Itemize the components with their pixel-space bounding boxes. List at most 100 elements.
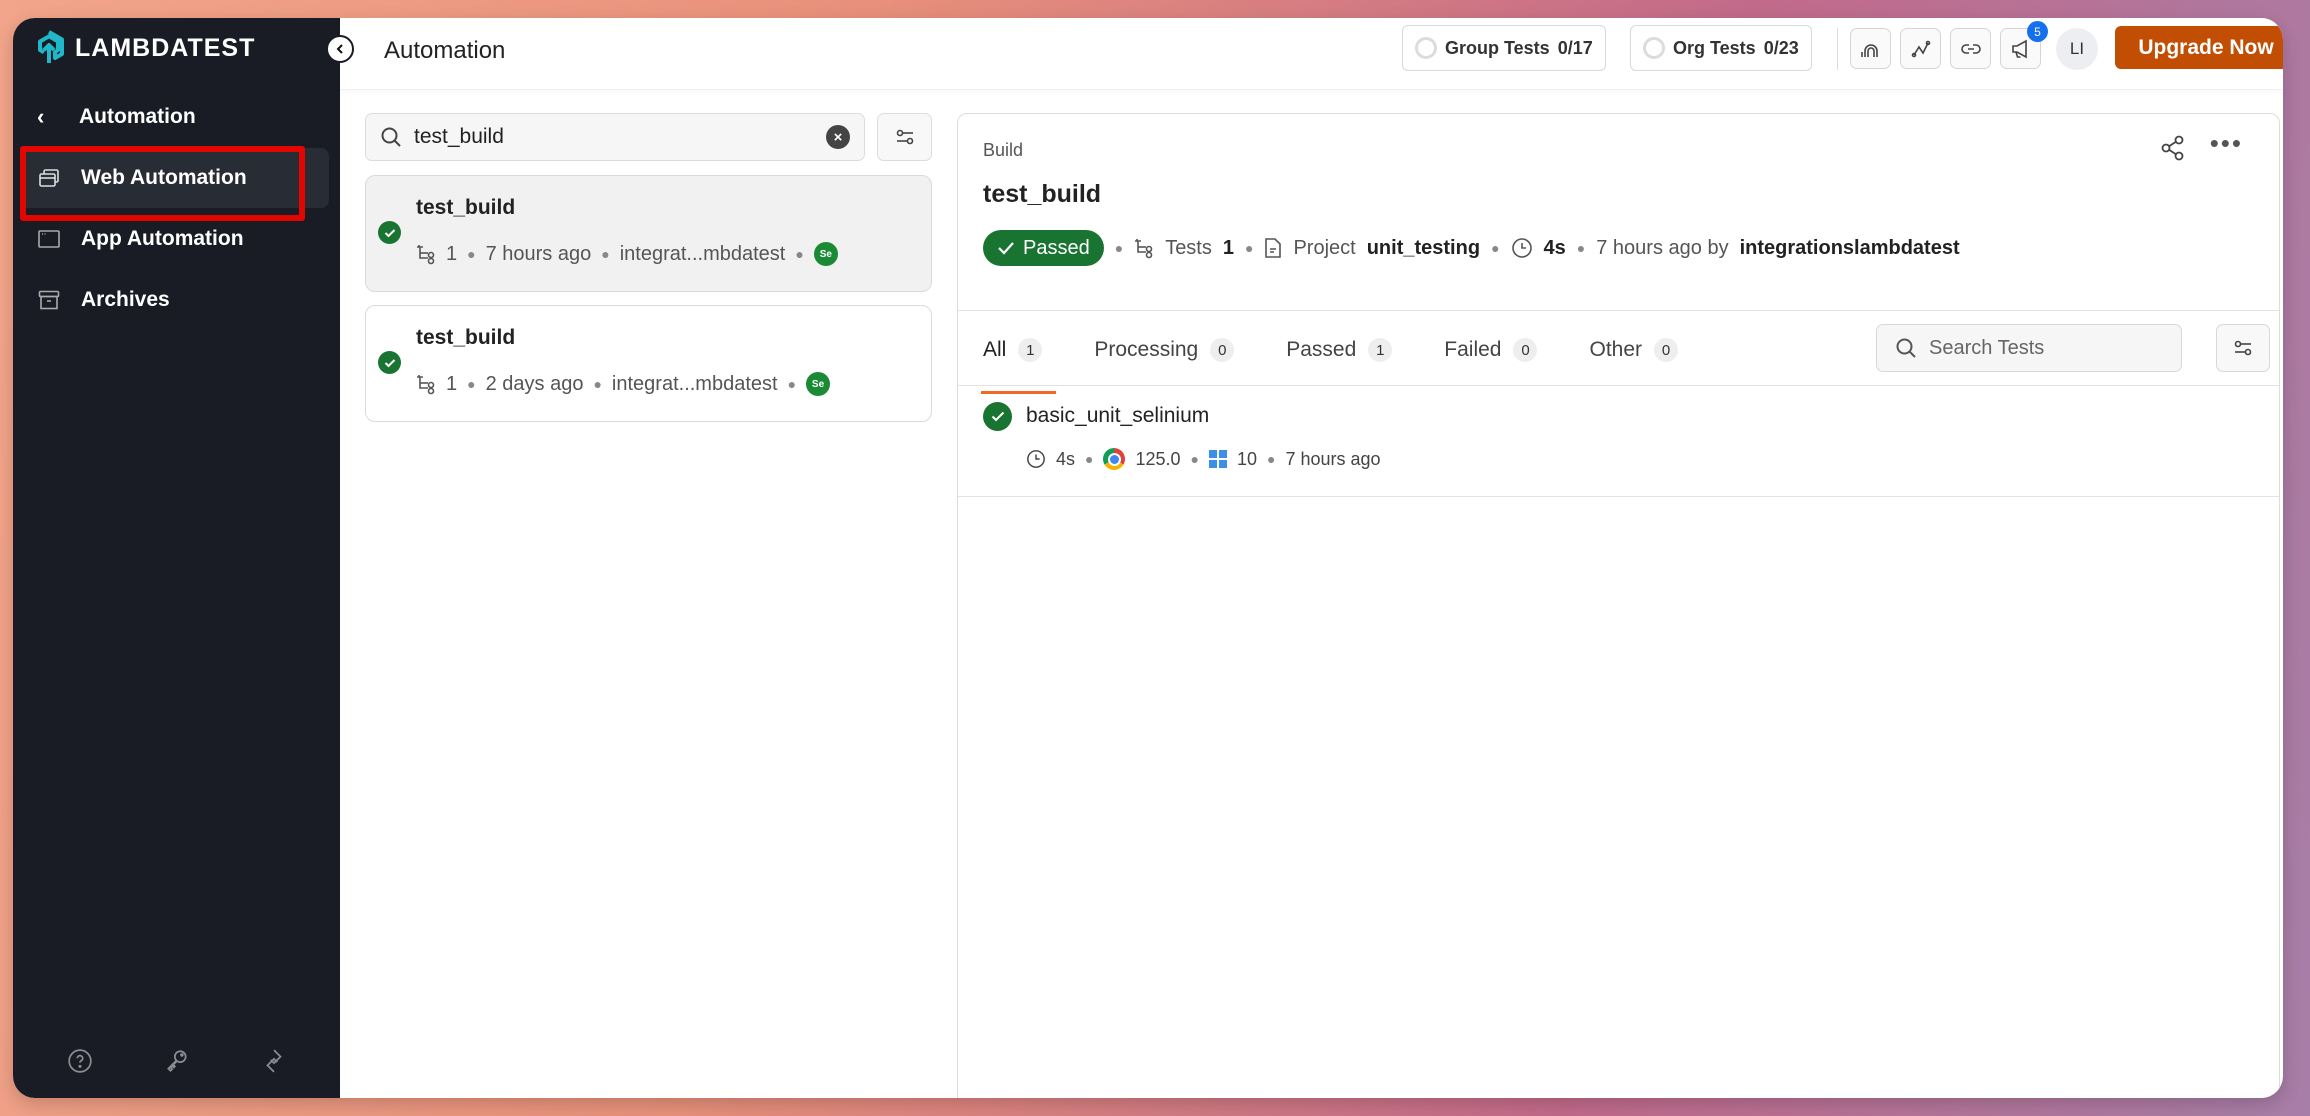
build-filter-button[interactable] (877, 113, 932, 161)
analytics-button[interactable] (1900, 28, 1941, 69)
header-divider (1837, 28, 1838, 70)
clock-icon (1027, 450, 1045, 468)
build-tests-count: 1 (446, 372, 458, 395)
archive-icon (38, 290, 60, 310)
app-window-icon (38, 230, 60, 248)
build-search-value: test_build (414, 125, 504, 148)
tab-count: 1 (1368, 338, 1393, 362)
selenium-icon: Se (806, 372, 831, 396)
duration-value: 4s (1543, 236, 1566, 259)
tab-other[interactable]: Other 0 (1589, 330, 1679, 370)
build-meta: 1 ● 7 hours ago ● integrat...mbdatest ● … (416, 242, 838, 266)
sidebar-back-label: Automation (79, 105, 196, 128)
test-meta: 4s ● 125.0 ● 10 ● 7 hours ago (1026, 448, 1381, 470)
sidebar-footer (13, 1048, 340, 1074)
megaphone-icon (2011, 39, 2027, 58)
divider (958, 496, 2279, 497)
sidebar-item-web-automation[interactable]: Web Automation (21, 148, 329, 208)
build-name: test_build (416, 196, 516, 219)
collapse-sidebar-button[interactable] (326, 35, 354, 63)
build-title: test_build (983, 180, 1102, 208)
windows-icon (1209, 450, 1227, 468)
brand-name: LAMBDATEST (75, 33, 256, 62)
detail-kicker: Build (983, 140, 1024, 160)
test-name: basic_unit_selinium (1026, 404, 1210, 427)
passed-status-icon (378, 351, 401, 374)
top-header: Automation Group Tests 0/17 Org Tests 0/… (340, 18, 2283, 90)
progress-ring-icon (1643, 37, 1665, 59)
build-tests-count: 1 (446, 242, 458, 265)
sidebar-item-label: Web Automation (81, 166, 247, 189)
document-icon (1265, 238, 1282, 258)
windows-stack-icon (39, 169, 59, 187)
logo[interactable]: LAMBDATEST (33, 30, 255, 66)
tab-all[interactable]: All 1 (980, 330, 1057, 394)
search-icon (1896, 338, 1916, 358)
announcements-button[interactable]: 5 (2000, 21, 2048, 69)
build-user: integrat...mbdatest (619, 242, 786, 265)
build-summary: Passed ● Tests 1 ● Project unit_testing … (983, 230, 1960, 266)
test-status-tabs: All 1 Processing 0 Passed 1 Failed 0 Oth… (980, 330, 1679, 394)
passed-status-icon (983, 402, 1012, 431)
tab-processing[interactable]: Processing 0 (1094, 330, 1235, 370)
selenium-icon: Se (813, 242, 838, 266)
sidebar-back-automation[interactable]: ‹ Automation (37, 104, 196, 130)
tab-count: 0 (1654, 338, 1679, 362)
link-icon (1960, 43, 1981, 54)
tab-failed[interactable]: Failed 0 (1444, 330, 1538, 370)
tests-value: 1 (1222, 236, 1234, 259)
tests-label: Tests (1165, 236, 1212, 259)
org-tests-button[interactable]: Org Tests 0/23 (1630, 25, 1812, 71)
build-list-item[interactable]: test_build 1 ● 7 hours ago ● integrat...… (365, 175, 932, 292)
project-label: Project (1293, 236, 1356, 259)
chrome-icon (1103, 448, 1126, 470)
sidebar-item-archives[interactable]: Archives (21, 270, 329, 330)
rainbow-icon (1860, 43, 1878, 57)
group-tests-button[interactable]: Group Tests 0/17 (1402, 25, 1606, 71)
passed-status-icon (378, 221, 401, 244)
sidebar-item-label: App Automation (81, 227, 244, 250)
rainbow-button[interactable] (1850, 28, 1891, 69)
sidebar-item-app-automation[interactable]: App Automation (21, 209, 329, 269)
clear-search-icon[interactable]: × (826, 125, 850, 149)
build-detail-panel: Build test_build ••• Passed ● Tests 1 ● … (957, 113, 2280, 1098)
project-value[interactable]: unit_testing (1367, 237, 1480, 260)
link-button[interactable] (1950, 28, 1991, 69)
build-user: integrationslambdatest (1739, 236, 1960, 259)
page-title: Automation (384, 37, 506, 64)
org-tests-value: 0/23 (1763, 37, 1799, 58)
test-list-item[interactable]: basic_unit_selinium 4s ● 125.0 ● 10 ● 7 … (958, 384, 2279, 500)
test-search-input[interactable]: Search Tests (1876, 324, 2182, 372)
upgrade-now-button[interactable]: Upgrade Now (2115, 26, 2283, 69)
chevron-left-icon: ‹ (37, 104, 45, 129)
tests-tree-icon (417, 245, 435, 265)
time-by-label: 7 hours ago by (1596, 236, 1729, 259)
tab-passed[interactable]: Passed 1 (1286, 330, 1393, 370)
group-tests-value: 0/17 (1557, 37, 1593, 58)
clock-icon (1511, 238, 1532, 258)
tests-tree-icon (1135, 239, 1153, 259)
test-time: 7 hours ago (1285, 448, 1381, 469)
sidebar-item-label: Archives (81, 288, 170, 311)
build-time: 7 hours ago (485, 242, 592, 265)
integrations-icon[interactable] (261, 1048, 287, 1074)
progress-ring-icon (1415, 37, 1437, 59)
group-tests-label: Group Tests (1445, 37, 1550, 58)
build-search-input[interactable]: test_build × (365, 113, 865, 161)
user-avatar[interactable]: LI (2056, 28, 2098, 70)
sidebar: LAMBDATEST ‹ Automation Web Automation A… (13, 18, 340, 1098)
divider (958, 310, 2279, 311)
tests-tree-icon (417, 375, 435, 395)
build-status-badge: Passed (983, 230, 1104, 266)
org-tests-label: Org Tests (1673, 37, 1756, 58)
test-filter-button[interactable] (2216, 324, 2270, 372)
notification-badge: 5 (2027, 21, 2048, 42)
share-icon[interactable] (2159, 134, 2187, 162)
filter-sliders-icon (2234, 340, 2252, 356)
help-icon[interactable] (67, 1048, 93, 1074)
key-icon[interactable] (164, 1048, 190, 1074)
build-list-item[interactable]: test_build 1 ● 2 days ago ● integrat...m… (365, 305, 932, 422)
tab-count: 0 (1210, 338, 1235, 362)
more-options-icon[interactable]: ••• (2210, 128, 2243, 159)
os-version: 10 (1237, 448, 1258, 469)
